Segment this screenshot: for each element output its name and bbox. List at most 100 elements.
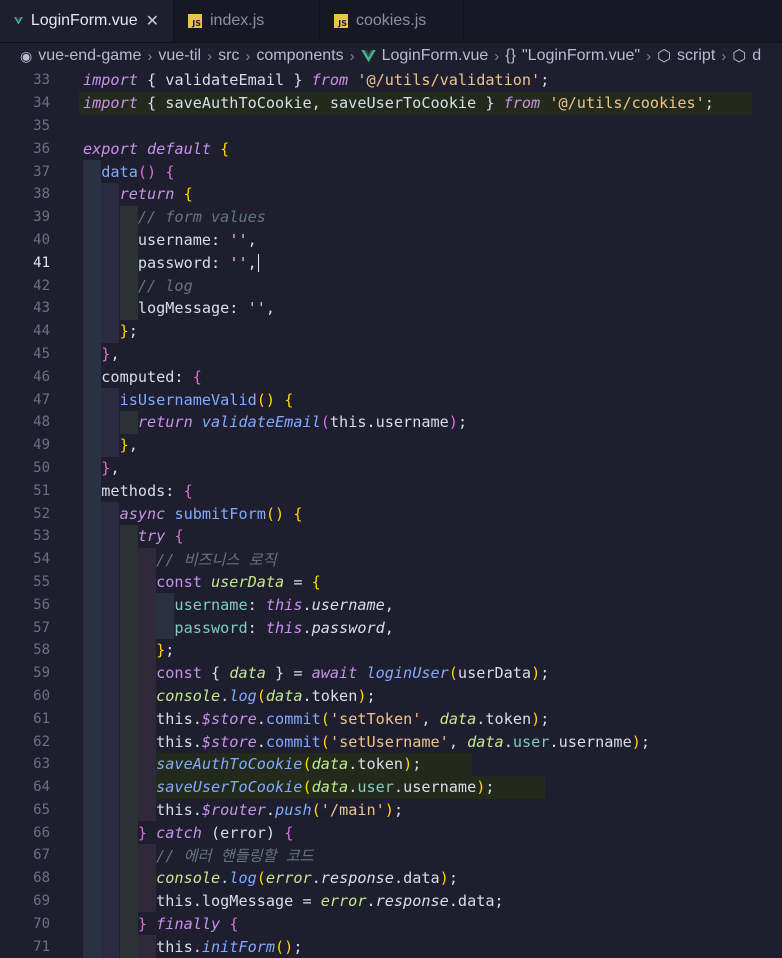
code-line[interactable]: 34 import { saveAuthToCookie, saveUserToC… xyxy=(0,91,782,115)
code-line[interactable]: 70 } finally { xyxy=(0,912,782,936)
code-line[interactable]: 43 logMessage: '', xyxy=(0,296,782,320)
code-line[interactable]: 61 this. $store. commit('setToken', data .t… xyxy=(0,707,782,731)
code-line[interactable]: 59 const { data } = await loginUser(user… xyxy=(0,661,782,685)
code-line[interactable]: 35 xyxy=(0,115,782,138)
code-token: data xyxy=(83,162,138,181)
code-token: ; xyxy=(540,664,550,683)
code-line[interactable]: 49 }, xyxy=(0,433,782,457)
code-line[interactable]: 44 }; xyxy=(0,319,782,343)
code-line[interactable]: 62 this. $store. commit('setUsername', dat… xyxy=(0,730,782,753)
tab-cookies-js[interactable]: JS cookies.js xyxy=(320,0,464,42)
code-token: $store xyxy=(201,709,257,728)
code-token: , xyxy=(110,344,120,363)
cube-icon: ⬡ xyxy=(657,48,672,65)
code-line[interactable]: 37 data() { xyxy=(0,160,782,183)
breadcrumb-item[interactable]: "LoginForm.vue" xyxy=(522,47,640,65)
code-token: = xyxy=(284,572,312,591)
code-token: .token xyxy=(476,709,532,728)
code-token: import xyxy=(83,94,138,113)
code-editor[interactable]: 33 import { validateEmail } from '@/utils… xyxy=(0,69,782,958)
code-line[interactable]: 68 console. log(error. response .data); xyxy=(0,866,782,890)
code-token: // 비즈니스 로직 xyxy=(83,551,277,570)
line-number: 68 xyxy=(33,870,50,887)
code-token: username: xyxy=(83,230,230,249)
line-number: 70 xyxy=(33,915,50,932)
code-line[interactable]: 67 // 에러 핸들링할 코드 xyxy=(0,844,782,867)
code-line[interactable]: 69 this.logMessage = error. response .data… xyxy=(0,889,782,913)
code-token: ; xyxy=(293,937,303,956)
close-icon[interactable]: ✕ xyxy=(146,11,159,31)
code-line[interactable]: 33 import { validateEmail } from '@/utils… xyxy=(0,69,782,92)
breadcrumb-item[interactable]: script xyxy=(677,47,715,65)
line-number: 39 xyxy=(33,209,50,226)
code-line[interactable]: 65 this. $router. push('/main'); xyxy=(0,798,782,822)
tab-index-js[interactable]: JS index.js xyxy=(174,0,320,42)
code-line[interactable]: 47 isUsernameValid() { xyxy=(0,388,782,411)
code-line[interactable]: 54 // 비즈니스 로직 xyxy=(0,547,782,571)
chevron-right-icon: › xyxy=(245,47,251,65)
code-line[interactable]: 58 }; xyxy=(0,638,782,662)
code-line[interactable]: 52 async submitForm() { xyxy=(0,502,782,525)
code-text: methods: { xyxy=(50,479,782,503)
code-line[interactable]: 57 password: this. password, xyxy=(0,616,782,639)
code-line[interactable]: 48 return validateEmail(this.username); xyxy=(0,410,782,434)
code-line[interactable]: 51 methods: { xyxy=(0,479,782,503)
code-line[interactable]: 38 return { xyxy=(0,182,782,206)
breadcrumb-item[interactable]: d xyxy=(752,47,761,65)
chevron-right-icon: › xyxy=(721,47,727,65)
code-line[interactable]: 50 }, xyxy=(0,456,782,480)
breadcrumb-item[interactable]: vue-end-game xyxy=(38,47,141,65)
tab-loginform-vue[interactable]: LoginForm.vue ✕ xyxy=(0,0,174,42)
code-line[interactable]: 39 // form values xyxy=(0,205,782,229)
code-line[interactable]: 42 // log xyxy=(0,274,782,297)
code-text: password: this. password, xyxy=(50,616,782,639)
line-number: 44 xyxy=(33,323,50,340)
code-text: try { xyxy=(50,524,782,548)
line-number: 35 xyxy=(33,117,50,134)
code-line[interactable]: 36 export default { xyxy=(0,137,782,160)
code-line[interactable]: 40 username: '', xyxy=(0,228,782,252)
code-line[interactable]: 46 computed: { xyxy=(0,365,782,389)
code-text: import { saveAuthToCookie, saveUserToCoo… xyxy=(50,91,782,115)
code-line[interactable]: 45 }, xyxy=(0,342,782,366)
code-token: push xyxy=(275,800,312,819)
code-line[interactable]: 41 password: '', xyxy=(0,251,782,275)
code-token: log xyxy=(229,686,257,705)
code-token: , xyxy=(384,618,394,637)
breadcrumb-item[interactable]: LoginForm.vue xyxy=(382,47,489,65)
code-token: ( xyxy=(302,778,312,797)
code-line[interactable]: 53 try { xyxy=(0,524,782,548)
code-token: { xyxy=(201,664,230,683)
code-token: , xyxy=(247,230,257,249)
breadcrumb-item[interactable]: vue-til xyxy=(158,47,201,65)
line-number: 37 xyxy=(33,163,50,180)
code-line[interactable]: 55 const userData = { xyxy=(0,570,782,594)
code-token: ( xyxy=(256,869,266,888)
line-number: 64 xyxy=(33,779,50,796)
line-number: 59 xyxy=(33,665,50,682)
code-text: }; xyxy=(50,638,782,662)
code-token: username xyxy=(311,595,385,614)
code-token: password xyxy=(311,618,385,637)
code-line[interactable]: 60 console. log(data .token); xyxy=(0,684,782,708)
code-token: , xyxy=(110,458,120,477)
code-line[interactable]: 63 saveAuthToCookie(data .token); xyxy=(0,752,782,776)
code-token: data xyxy=(265,686,303,705)
code-token: .username xyxy=(549,732,632,751)
code-line[interactable]: 71 this. initForm(); xyxy=(0,935,782,958)
code-token: (error) xyxy=(201,823,285,842)
code-line[interactable]: 56 username: this. username, xyxy=(0,593,782,617)
code-token: ( xyxy=(448,664,458,683)
code-token: } xyxy=(83,322,129,341)
line-number: 42 xyxy=(33,277,50,294)
breadcrumb-item[interactable]: src xyxy=(218,47,239,65)
code-text: computed: { xyxy=(50,365,782,389)
line-number: 43 xyxy=(33,300,50,317)
breadcrumb-item[interactable]: components xyxy=(256,47,343,65)
code-line[interactable]: 64 saveUserToCookie(data. user .username); xyxy=(0,775,782,799)
code-token: $store xyxy=(201,732,257,751)
code-token: async xyxy=(83,504,166,523)
code-token: import xyxy=(83,71,138,90)
code-line[interactable]: 66 } catch (error) { xyxy=(0,821,782,845)
